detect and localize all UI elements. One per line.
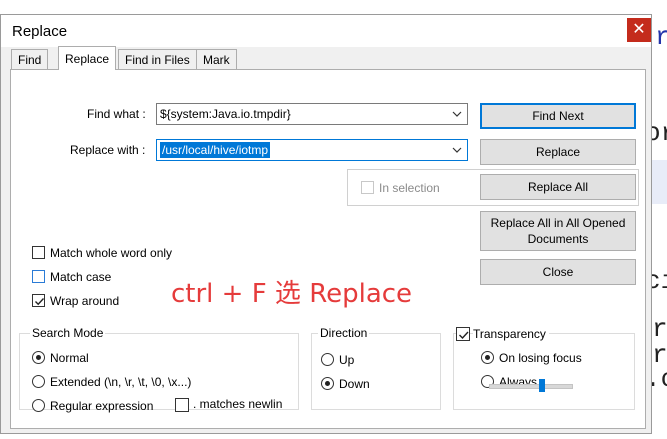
- direction-up-label: Up: [339, 353, 355, 367]
- checkmark-icon: [35, 298, 45, 306]
- search-mode-extended-label: Extended (\n, \r, \t, \0, \x...): [50, 375, 192, 389]
- replace-all-button[interactable]: Replace All: [480, 174, 636, 200]
- dot-matches-newline-checkbox[interactable]: [175, 398, 189, 412]
- replace-panel: Find what : ${system:Java.io.tmpdir} Rep…: [10, 69, 646, 429]
- match-whole-word-checkbox[interactable]: [32, 246, 45, 259]
- search-mode-normal-label: Normal: [50, 351, 89, 365]
- replace-with-value[interactable]: /usr/local/hive/iotmp: [160, 142, 271, 158]
- replace-dialog: Replace ✕ Find Replace Find in Files Mar…: [0, 14, 652, 434]
- editor-text-fragment: r: [655, 22, 667, 52]
- close-button[interactable]: Close: [480, 259, 636, 285]
- transparency-group: [453, 333, 635, 410]
- find-what-label: Find what :: [87, 107, 146, 121]
- close-icon[interactable]: ✕: [627, 18, 651, 42]
- transparency-label: Transparency: [473, 327, 549, 341]
- chevron-down-icon[interactable]: [450, 105, 464, 123]
- direction-group: Direction: [311, 326, 441, 410]
- match-case-checkbox[interactable]: [32, 270, 45, 283]
- search-mode-regex-label: Regular expression: [50, 399, 154, 413]
- replace-all-in-documents-button[interactable]: Replace All in All Opened Documents: [480, 211, 636, 251]
- wrap-around-label: Wrap around: [50, 294, 120, 308]
- match-case-label: Match case: [50, 270, 112, 284]
- title-bar[interactable]: Replace ✕: [1, 15, 651, 47]
- tab-find-in-files[interactable]: Find in Files: [118, 49, 197, 69]
- search-mode-title: Search Mode: [30, 326, 106, 340]
- replace-button[interactable]: Replace: [480, 139, 636, 165]
- in-selection-checkbox[interactable]: [361, 181, 374, 194]
- replace-with-label: Replace with :: [70, 143, 146, 157]
- direction-title: Direction: [318, 326, 370, 340]
- wrap-around-checkbox[interactable]: [32, 294, 45, 307]
- find-what-value[interactable]: ${system:Java.io.tmpdir}: [160, 107, 291, 121]
- transparency-slider-track[interactable]: [489, 384, 573, 389]
- tab-replace[interactable]: Replace: [58, 46, 117, 70]
- direction-up-radio[interactable]: [321, 353, 334, 366]
- transparency-slider-thumb[interactable]: [539, 379, 546, 392]
- on-losing-focus-radio[interactable]: [481, 351, 494, 364]
- search-mode-regex-radio[interactable]: [32, 399, 45, 412]
- replace-with-combo[interactable]: /usr/local/hive/iotmp: [156, 139, 468, 161]
- window-title: Replace: [12, 23, 68, 40]
- match-whole-word-label: Match whole word only: [50, 246, 173, 260]
- tab-find[interactable]: Find: [11, 49, 49, 69]
- transparency-checkbox[interactable]: [456, 327, 470, 341]
- dot-matches-newline-label: . matches newlin: [193, 397, 283, 411]
- chevron-down-icon[interactable]: [450, 141, 464, 159]
- in-selection-label: In selection: [379, 181, 440, 195]
- direction-down-label: Down: [339, 377, 370, 391]
- search-mode-normal-radio[interactable]: [32, 351, 45, 364]
- tab-mark[interactable]: Mark: [196, 49, 237, 69]
- on-losing-focus-label: On losing focus: [499, 351, 582, 365]
- radio-dot: [485, 355, 490, 360]
- search-mode-extended-radio[interactable]: [32, 375, 45, 388]
- find-what-combo[interactable]: ${system:Java.io.tmpdir}: [156, 103, 468, 125]
- annotation-text: ctrl + F 选 Replace: [171, 279, 413, 309]
- direction-down-radio[interactable]: [321, 377, 334, 390]
- radio-dot: [325, 381, 330, 386]
- radio-dot: [36, 355, 41, 360]
- find-next-button[interactable]: Find Next: [480, 103, 636, 129]
- checkmark-icon: [459, 331, 469, 340]
